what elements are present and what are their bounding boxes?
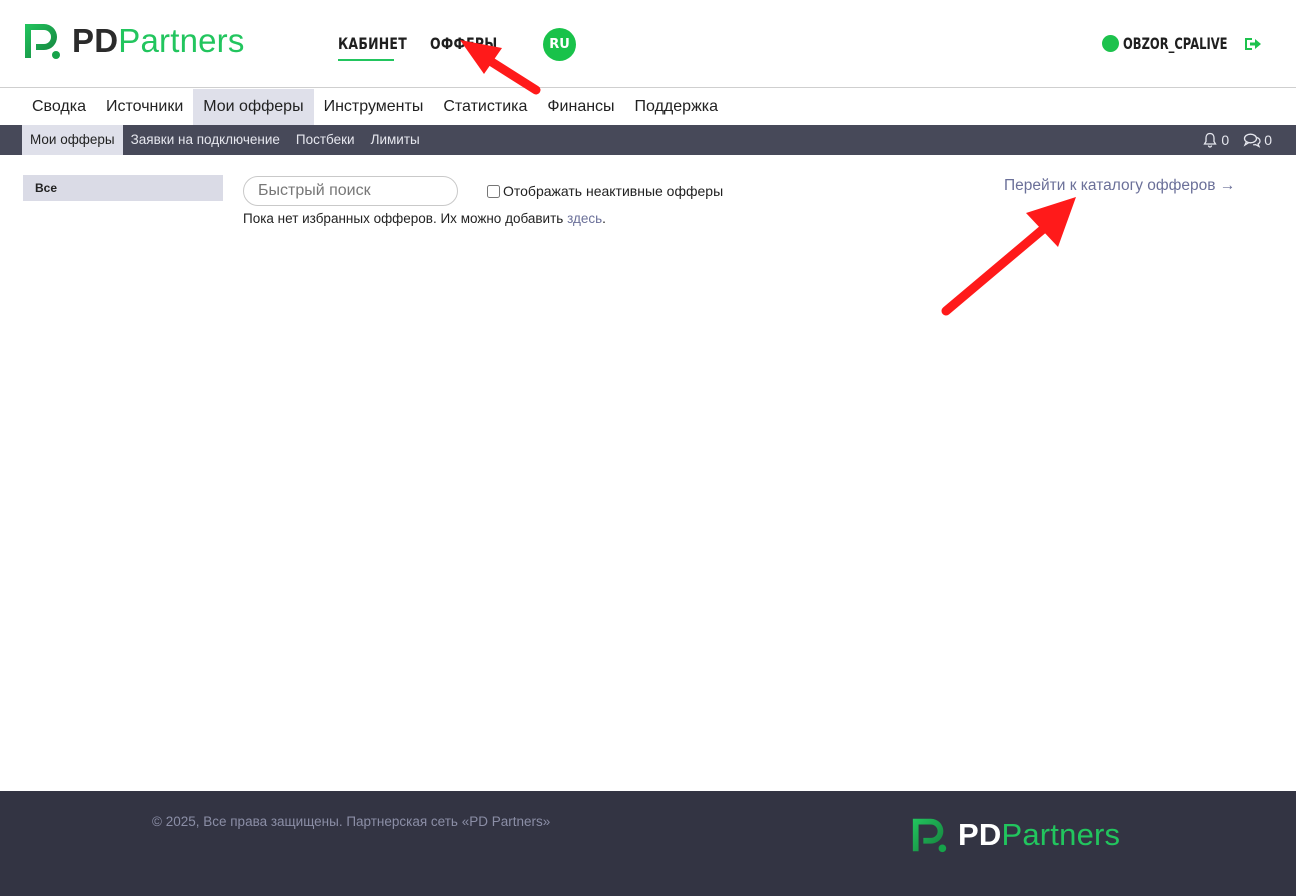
show-inactive-checkbox[interactable] <box>487 184 500 198</box>
pd-logo-icon <box>25 24 60 59</box>
mainnav-item-my-offers[interactable]: Мои офферы <box>193 89 314 125</box>
footer-logo-pd: PD <box>958 817 1002 852</box>
logo[interactable]: PDPartners <box>22 20 245 62</box>
footer-logo-partners: Partners <box>1001 817 1121 852</box>
mainnav-item-sources[interactable]: Источники <box>96 89 193 125</box>
logo-text: PDPartners <box>72 20 245 62</box>
messages-count: 0 <box>1264 132 1272 148</box>
filter-tab-all[interactable]: Все <box>23 175 223 201</box>
subnav-item-my-offers[interactable]: Мои офферы <box>22 125 123 155</box>
main-nav: Сводка Источники Мои офферы Инструменты … <box>22 89 728 125</box>
footer-logo-text: PDPartners <box>958 814 1120 856</box>
username: OBZOR_CPALIVE <box>1123 34 1228 53</box>
subnav-item-limits[interactable]: Лимиты <box>363 125 428 155</box>
empty-state-message: Пока нет избранных офферов. Их можно доб… <box>243 211 606 226</box>
chat-icon <box>1243 133 1261 148</box>
sub-nav: Мои офферы Заявки на подключение Постбек… <box>0 125 1296 155</box>
show-inactive-label: Отображать неактивные офферы <box>503 183 724 199</box>
top-header: PDPartners КАБИНЕТ ОФФЕРЫ RU OBZOR_CPALI… <box>0 0 1296 88</box>
mainnav-item-summary[interactable]: Сводка <box>22 89 96 125</box>
copyright-text: © 2025, Все права защищены. Партнерская … <box>152 814 551 829</box>
mainnav-item-statistics[interactable]: Статистика <box>433 89 537 125</box>
logo-partners: Partners <box>118 22 245 59</box>
language-switcher[interactable]: RU <box>543 28 576 61</box>
search-input[interactable] <box>243 176 458 206</box>
active-tab-underline <box>338 59 394 61</box>
logout-icon[interactable] <box>1244 36 1262 52</box>
empty-state-end: . <box>602 211 606 226</box>
pd-logo-icon <box>912 818 947 853</box>
notifications-button[interactable]: 0 <box>1202 132 1229 148</box>
mainnav-item-finance[interactable]: Финансы <box>537 89 624 125</box>
mainnav-item-tools[interactable]: Инструменты <box>314 89 434 125</box>
add-here-link[interactable]: здесь <box>567 211 602 226</box>
annotation-arrow-catalog <box>941 197 1076 316</box>
bell-icon <box>1203 132 1218 148</box>
footer: © 2025, Все права защищены. Партнерская … <box>0 791 1296 896</box>
catalog-link[interactable]: Перейти к каталогу офферов → <box>1004 177 1235 195</box>
footer-logo[interactable]: PDPartners <box>910 815 1120 855</box>
show-inactive-toggle[interactable]: Отображать неактивные офферы <box>487 183 723 199</box>
messages-button[interactable]: 0 <box>1243 132 1272 148</box>
online-status-icon <box>1102 35 1119 52</box>
mainnav-item-support[interactable]: Поддержка <box>625 89 728 125</box>
topnav-offers[interactable]: ОФФЕРЫ <box>430 34 497 53</box>
subnav-item-requests[interactable]: Заявки на подключение <box>123 125 288 155</box>
empty-state-text: Пока нет избранных офферов. Их можно доб… <box>243 211 568 226</box>
topnav-cabinet[interactable]: КАБИНЕТ <box>338 34 407 53</box>
logo-pd: PD <box>72 22 119 59</box>
notifications-count: 0 <box>1221 132 1230 148</box>
subnav-item-postbacks[interactable]: Постбеки <box>288 125 363 155</box>
